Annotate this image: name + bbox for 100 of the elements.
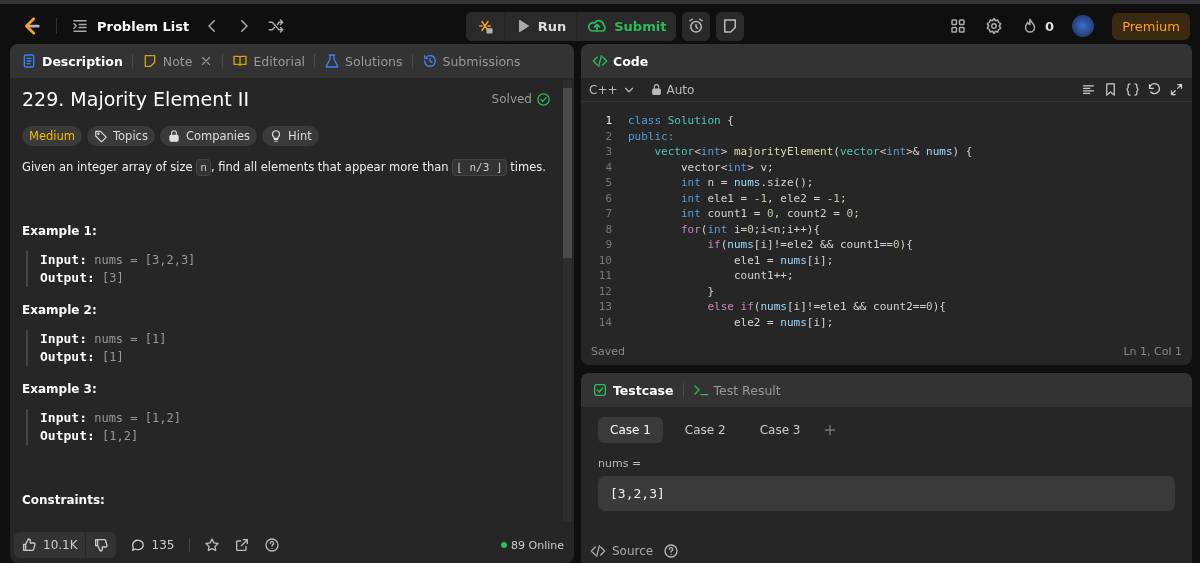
help-icon[interactable]	[263, 537, 280, 553]
problem-title: 229. Majority Element II	[22, 88, 250, 110]
align-lines-icon[interactable]	[1081, 82, 1096, 97]
line-number: 9	[604, 238, 613, 252]
example-line: Output: [1,2]	[40, 427, 140, 445]
line-number: 12	[597, 284, 613, 298]
line-number: 5	[604, 176, 613, 190]
code-line: ele2 = nums[i];	[732, 315, 834, 329]
code-line: else if(nums[i]!=ele1 && count2==0){	[706, 300, 946, 314]
code-line: class Solution {	[628, 114, 734, 128]
line-number: 2	[604, 129, 613, 143]
online-count: 89 Online	[511, 538, 564, 552]
expand-icon[interactable]	[1169, 82, 1184, 97]
share-icon[interactable]	[233, 537, 250, 553]
code-line: count1++;	[732, 269, 794, 283]
code-icon	[592, 53, 608, 69]
code-line: ele1 = nums[i];	[732, 253, 834, 267]
document-icon	[21, 53, 37, 69]
submit-button[interactable]: Submit	[577, 11, 677, 41]
example-line: Input: nums = [3,2,3]	[40, 251, 197, 269]
comments-button[interactable]: 135	[129, 537, 175, 553]
example-heading: Example 2:	[22, 303, 98, 317]
list-icon	[71, 17, 89, 35]
difficulty-badge: Medium	[22, 126, 82, 146]
comment-icon	[129, 537, 146, 553]
cursor-position: Ln 1, Col 1	[1123, 344, 1182, 358]
panel-tab[interactable]: Solutions	[321, 53, 406, 69]
braces-icon[interactable]	[1125, 82, 1140, 97]
panel-tab[interactable]: Editorial	[229, 53, 309, 69]
example-line: Input: nums = [1]	[40, 330, 168, 348]
shuffle-icon[interactable]	[267, 17, 286, 35]
line-number: 8	[604, 222, 613, 236]
line-number: 14	[597, 315, 613, 329]
online-dot	[501, 542, 507, 548]
case-tab[interactable]: Case 1	[598, 417, 663, 443]
check-circle-icon	[536, 91, 551, 107]
run-button[interactable]: Run	[504, 11, 577, 41]
language-dropdown[interactable]: C++	[589, 82, 636, 97]
parameter-label: nums =	[598, 457, 643, 470]
streak-counter[interactable]: 0	[1021, 17, 1055, 35]
tag-button[interactable]: Hint	[262, 126, 319, 146]
line-number: 6	[604, 191, 613, 205]
example-line: Output: [3]	[40, 269, 125, 287]
code-line: int count1 = 0, count2 = 0;	[679, 207, 860, 221]
settings-icon[interactable]	[985, 17, 1004, 35]
alarm-clock-icon	[687, 17, 706, 35]
book-icon	[232, 53, 249, 69]
line-number: 7	[604, 207, 613, 221]
code-line: if(nums[i]!=ele2 && count1==0){	[706, 238, 913, 252]
notes-button[interactable]	[716, 11, 745, 41]
line-number: 1	[604, 114, 613, 128]
code-line: vector<int> v;	[679, 160, 774, 174]
code-line: int ele1 = -1, ele2 = -1;	[679, 191, 847, 205]
panel-tab[interactable]: Code	[589, 53, 652, 69]
flask-icon	[324, 53, 341, 69]
source-button[interactable]: Source	[590, 543, 654, 559]
code-line: public:	[628, 129, 675, 143]
thumbs-down-icon	[92, 537, 109, 553]
problem-list-button[interactable]: Problem List	[71, 17, 190, 35]
checkbox-icon	[592, 382, 608, 398]
undo-icon[interactable]	[1147, 82, 1162, 97]
example-heading: Example 1:	[22, 224, 98, 238]
save-status: Saved	[591, 344, 625, 358]
thumbs-up-icon	[21, 537, 37, 553]
line-number: 4	[604, 160, 613, 174]
bookmark-icon[interactable]	[1103, 82, 1118, 97]
problem-statement: Given an integer array of size n , find all elements that appear more than ⌊ n/3 ⌋ times.	[22, 160, 547, 174]
code-icon	[590, 543, 606, 559]
timer-button[interactable]	[682, 11, 711, 41]
case-tab[interactable]: Case 3	[747, 417, 813, 443]
scrollbar[interactable]	[563, 80, 572, 521]
solved-status: Solved	[491, 92, 532, 106]
panel-tab[interactable]: Test Result	[689, 382, 784, 398]
example-line: Input: nums = [1,2]	[40, 409, 182, 427]
auto-mode-button[interactable]: Auto	[649, 82, 695, 97]
tag-button[interactable]: Topics	[87, 126, 155, 146]
constraints-heading: Constraints:	[22, 493, 106, 507]
panel-tab[interactable]: Testcase	[589, 382, 677, 398]
code-line: vector<int> majorityElement(vector<int>& nums) {	[653, 145, 973, 159]
panel-tab[interactable]: Description	[18, 53, 126, 69]
line-number: 3	[604, 145, 613, 159]
panel-tab[interactable]: Note	[138, 53, 217, 69]
case-tab[interactable]: Case 2	[672, 417, 738, 443]
premium-button[interactable]: Premium	[1112, 12, 1190, 40]
lock-icon	[166, 129, 181, 143]
help-icon[interactable]	[663, 543, 680, 559]
example-line: Output: [1]	[40, 348, 125, 366]
line-number: 11	[597, 269, 613, 283]
layout-icon[interactable]	[949, 17, 968, 35]
line-number: 13	[597, 300, 613, 314]
lock-icon	[649, 83, 663, 96]
avatar[interactable]	[1072, 15, 1095, 37]
code-line: int n = nums.size();	[679, 176, 814, 190]
panel-tab[interactable]: Submissions	[418, 53, 524, 69]
debug-button[interactable]	[465, 11, 504, 41]
tag-button[interactable]: Companies	[159, 126, 258, 146]
parameter-input[interactable]: [3,2,3]	[598, 476, 1175, 511]
code-line: }	[706, 284, 715, 298]
line-number: 10	[597, 253, 613, 267]
star-icon[interactable]	[203, 537, 220, 553]
